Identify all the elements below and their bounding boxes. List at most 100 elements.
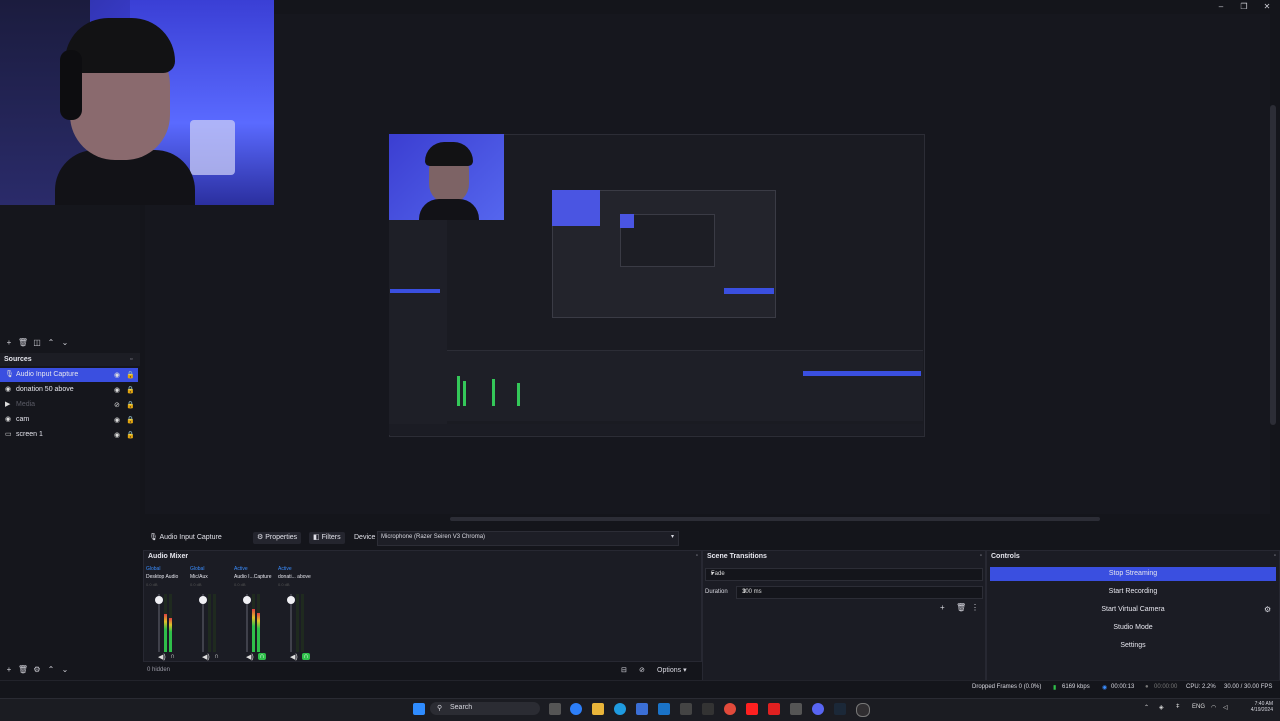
link-icon[interactable]: ⊘ xyxy=(639,666,645,674)
level-meter-right xyxy=(169,594,172,652)
eye-icon[interactable]: ◉ xyxy=(114,371,120,379)
volume-slider-handle[interactable] xyxy=(243,596,251,604)
stop-streaming-button[interactable]: Stop Streaming xyxy=(990,567,1276,581)
volume-slider-handle[interactable] xyxy=(287,596,295,604)
chevron-down-icon: ▾ xyxy=(711,571,715,577)
nested-selected-source xyxy=(390,289,440,293)
webcam-source[interactable] xyxy=(0,0,274,205)
app-icon[interactable] xyxy=(702,703,714,715)
popout-icon[interactable]: ▫ xyxy=(980,553,982,559)
tray-app-icon[interactable]: ◈ xyxy=(1159,704,1164,711)
youtube-icon[interactable] xyxy=(746,703,758,715)
discord-icon[interactable] xyxy=(812,703,824,715)
move-down-icon[interactable]: ⌄ xyxy=(58,664,72,676)
lock-icon[interactable]: 🔒 xyxy=(126,386,135,394)
source-item[interactable]: ▶ Media ⊘ 🔒 xyxy=(0,398,138,412)
eye-icon[interactable]: ◉ xyxy=(114,416,120,424)
start-virtual-camera-button[interactable]: Start Virtual Camera xyxy=(990,603,1276,617)
device-select[interactable]: Microphone (Razer Seiren V3 Chroma) ▾ xyxy=(377,531,679,546)
monitor-headphones-icon[interactable]: ∩ xyxy=(302,653,310,660)
tray-chevron-icon[interactable]: ⌃ xyxy=(1144,704,1149,711)
mixer-channel: Active donati... above 0.0 dB ◀) ∩ xyxy=(278,566,320,661)
remove-transition-icon[interactable]: 🗑 xyxy=(956,603,966,612)
steam-icon[interactable] xyxy=(834,703,846,715)
trash-icon[interactable]: 🗑 xyxy=(16,337,30,349)
camera-app-icon[interactable] xyxy=(790,703,802,715)
speaker-icon[interactable]: ◀) xyxy=(246,653,254,661)
start-recording-button[interactable]: Start Recording xyxy=(990,585,1276,599)
remove-source-icon[interactable]: 🗑 xyxy=(16,664,30,676)
level-meter-right xyxy=(257,594,260,652)
settings-app-icon[interactable] xyxy=(680,703,692,715)
chrome-icon[interactable] xyxy=(724,703,736,715)
channel-name[interactable]: Mic/Aux xyxy=(190,574,208,580)
down-icon[interactable]: ⌄ xyxy=(58,337,72,349)
settings-button[interactable]: Settings xyxy=(990,639,1276,653)
monitor-headphones-icon[interactable]: ∩ xyxy=(214,653,219,660)
obs-icon[interactable] xyxy=(856,703,870,717)
up-icon[interactable]: ⌃ xyxy=(44,337,58,349)
channel-name[interactable]: donati... above xyxy=(278,574,311,580)
edge-icon[interactable] xyxy=(614,703,626,715)
source-item[interactable]: ◉ donation 50 above ◉ 🔒 xyxy=(0,383,138,397)
studio-mode-button[interactable]: Studio Mode xyxy=(990,621,1276,635)
volume-icon[interactable]: ◁ xyxy=(1223,704,1228,711)
preview-scrollbar-vertical[interactable] xyxy=(1270,105,1276,425)
task-view-icon[interactable] xyxy=(549,703,561,715)
source-settings-icon[interactable]: ⚙ xyxy=(30,664,44,676)
language-indicator[interactable]: ENG xyxy=(1192,704,1205,710)
clock[interactable]: 7:40 AM 4/19/2024 xyxy=(1241,701,1273,713)
volume-slider-handle[interactable] xyxy=(155,596,163,604)
store-icon[interactable] xyxy=(636,703,648,715)
speaker-icon[interactable]: ◀) xyxy=(202,653,210,661)
properties-button[interactable]: ⚙ Properties xyxy=(253,532,302,544)
channel-name[interactable]: Audio I...Capture xyxy=(234,574,272,580)
acrobat-icon[interactable] xyxy=(768,703,780,715)
speaker-icon[interactable]: ◀) xyxy=(290,653,298,661)
move-up-icon[interactable]: ⌃ xyxy=(44,664,58,676)
lock-icon[interactable]: 🔒 xyxy=(126,431,135,439)
transition-select[interactable]: Fade ▾ xyxy=(705,568,983,581)
source-item[interactable]: ◉ cam ◉ 🔒 xyxy=(0,413,138,427)
wifi-icon[interactable]: ◠ xyxy=(1211,704,1216,711)
file-explorer-icon[interactable] xyxy=(592,703,604,715)
speaker-icon[interactable]: ◀) xyxy=(158,653,166,661)
popout-icon[interactable]: ▫ xyxy=(1274,553,1276,559)
mixer-layout-icon[interactable]: ⊟ xyxy=(621,666,627,674)
monitor-headphones-icon[interactable]: ∩ xyxy=(258,653,266,660)
copilot-icon[interactable] xyxy=(570,703,582,715)
more-icon[interactable]: ⋮ xyxy=(971,603,979,612)
add-transition-icon[interactable]: + xyxy=(940,603,945,612)
source-item[interactable]: 🎙 Audio Input Capture ◉ 🔒 xyxy=(0,368,138,382)
virtual-camera-settings-icon[interactable]: ⚙ xyxy=(1264,605,1271,614)
preview-scrollbar-horizontal[interactable] xyxy=(450,517,1100,521)
lock-icon[interactable]: 🔒 xyxy=(126,401,135,409)
usb-icon[interactable]: ǂ xyxy=(1176,704,1180,710)
source-label: cam xyxy=(16,416,30,423)
popout-icon[interactable]: ▫ xyxy=(130,356,132,363)
outlook-icon[interactable] xyxy=(658,703,670,715)
options-button[interactable]: Options ▾ xyxy=(657,666,687,674)
maximize-button[interactable]: ❐ xyxy=(1237,2,1251,12)
channel-name[interactable]: Desktop Audio xyxy=(146,574,178,580)
windows-start-icon[interactable] xyxy=(413,703,425,715)
duration-input[interactable]: 300 ms ⇕ xyxy=(736,586,983,599)
lock-icon[interactable]: 🔒 xyxy=(126,416,135,424)
lock-icon[interactable]: 🔒 xyxy=(126,371,135,379)
eye-icon[interactable]: ◉ xyxy=(114,386,120,394)
filter-icon[interactable]: ◫ xyxy=(30,337,44,349)
filters-button[interactable]: ◧ Filters xyxy=(309,532,345,544)
close-button[interactable]: ✕ xyxy=(1260,2,1274,12)
taskbar-search[interactable]: ⚲ Search xyxy=(430,702,540,715)
monitor-headphones-icon[interactable]: ∩ xyxy=(170,653,175,660)
minimize-button[interactable]: – xyxy=(1214,2,1228,12)
popout-icon[interactable]: ▫ xyxy=(696,553,698,559)
eye-icon[interactable]: ◉ xyxy=(114,431,120,439)
camera-icon: ◉ xyxy=(5,416,12,423)
stepper-icon[interactable]: ⇕ xyxy=(742,588,979,595)
add-icon[interactable]: + xyxy=(2,337,16,349)
source-item[interactable]: ▭ screen 1 ◉ 🔒 xyxy=(0,428,138,442)
eye-closed-icon[interactable]: ⊘ xyxy=(114,401,120,409)
volume-slider-handle[interactable] xyxy=(199,596,207,604)
add-source-icon[interactable]: + xyxy=(2,664,16,676)
